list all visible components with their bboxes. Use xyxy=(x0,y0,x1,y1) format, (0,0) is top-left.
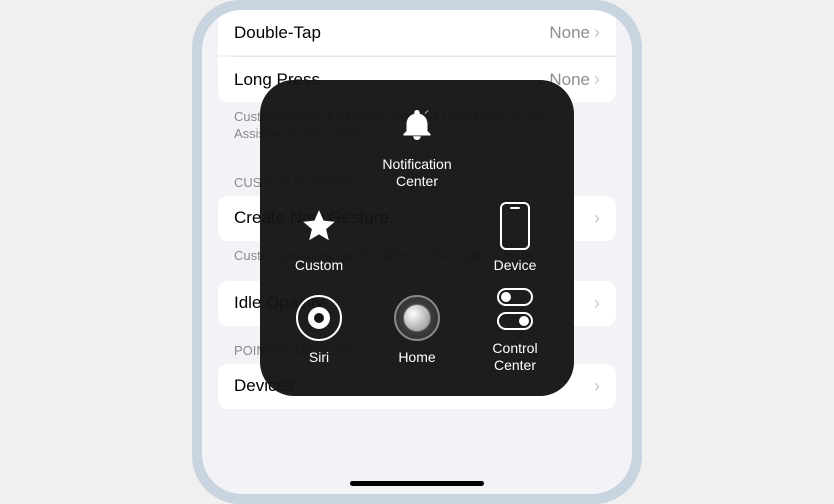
home-indicator xyxy=(350,481,484,486)
at-label: Control Center xyxy=(492,340,537,374)
bell-icon xyxy=(394,102,440,148)
at-empty-cell xyxy=(368,192,466,284)
setting-value-text: None xyxy=(549,23,590,43)
setting-row-double-tap[interactable]: Double-Tap None › xyxy=(218,10,616,55)
at-label: Siri xyxy=(309,349,329,366)
chevron-right-icon: › xyxy=(594,376,600,397)
at-label: Custom xyxy=(295,257,343,274)
setting-label: Double-Tap xyxy=(234,23,321,43)
chevron-right-icon: › xyxy=(594,22,600,43)
setting-value: › xyxy=(594,293,600,314)
star-icon xyxy=(296,203,342,249)
at-custom[interactable]: Custom xyxy=(270,192,368,284)
phone-frame: Double-Tap None › Long Press None › Cust… xyxy=(192,0,642,504)
setting-value: › xyxy=(594,376,600,397)
at-label: Notification Center xyxy=(382,156,451,190)
at-siri[interactable]: Siri xyxy=(270,284,368,376)
setting-value: › xyxy=(594,208,600,229)
chevron-right-icon: › xyxy=(594,293,600,314)
control-center-icon xyxy=(492,286,538,332)
at-device[interactable]: Device xyxy=(466,192,564,284)
assistive-touch-menu: Notification Center Custom Device xyxy=(260,80,574,396)
at-notification-center[interactable]: Notification Center xyxy=(368,100,466,192)
setting-value: None › xyxy=(549,22,600,43)
at-empty-cell xyxy=(466,100,564,192)
at-control-center[interactable]: Control Center xyxy=(466,284,564,376)
phone-device-icon xyxy=(492,203,538,249)
at-home[interactable]: Home xyxy=(368,284,466,376)
home-button-icon xyxy=(394,295,440,341)
at-empty-cell xyxy=(270,100,368,192)
chevron-right-icon: › xyxy=(594,69,600,90)
at-label: Device xyxy=(494,257,537,274)
siri-icon xyxy=(296,295,342,341)
chevron-right-icon: › xyxy=(594,208,600,229)
at-label: Home xyxy=(398,349,435,366)
phone-screen: Double-Tap None › Long Press None › Cust… xyxy=(202,10,632,494)
